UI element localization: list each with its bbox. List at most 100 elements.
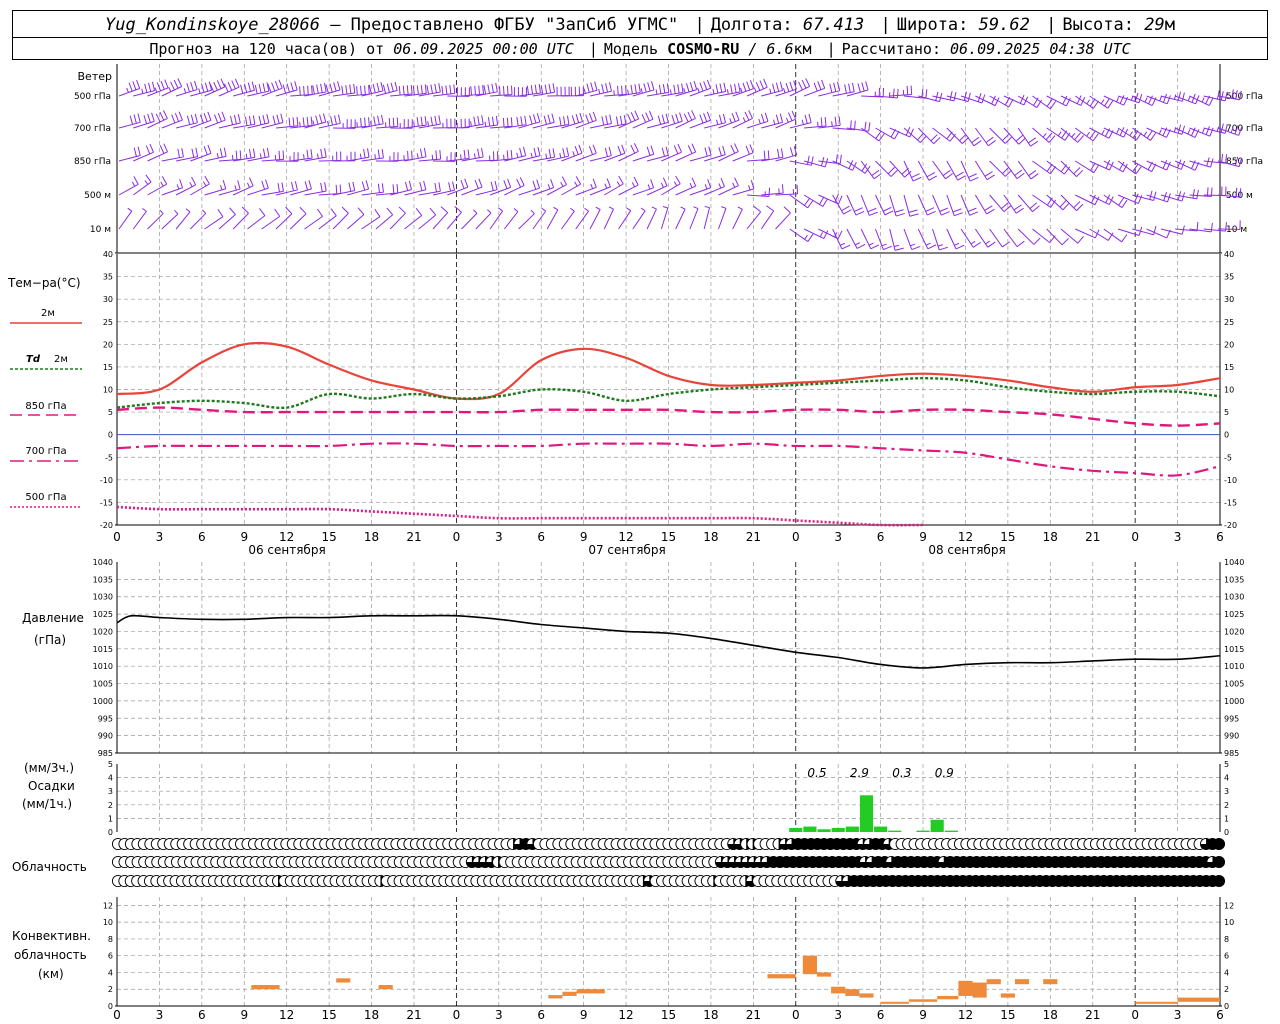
wind-barb-half [604,183,608,189]
wind-barb-flag [1059,200,1067,208]
wind-barb-flag [144,83,148,93]
wind-barb-half [1042,133,1047,138]
wind-barb-flag [133,114,137,124]
wind-barb-flag [1220,123,1224,133]
wind-barb-shaft [247,215,266,230]
wind-barb-shaft [589,155,612,162]
wind-barb-flag [363,148,366,159]
wind-barb-flag [641,113,647,123]
wind-barb [347,180,370,196]
temperature-panel [10,322,1221,527]
wind-barb-flag [733,143,739,152]
wind-barb-flag [1210,158,1214,168]
wind-barb-half [925,242,931,246]
wind-barb-half [185,208,191,213]
wind-barb-flag [237,114,241,124]
wind-barb [1117,127,1142,141]
wind-barb-flag [657,115,662,125]
wind-barb-half [769,88,772,94]
wind-barb-flag [434,83,437,93]
conv-hour-tick: 21 [406,1008,421,1022]
wind-barb-flag [1063,166,1071,175]
wind-barb-half [1116,129,1120,135]
wind-barb-flag [227,81,233,91]
conv-hour-tick: 3 [156,1008,164,1022]
wind-barb-flag [844,84,847,94]
wind-barb [960,127,982,147]
wind-barb-flag [1093,164,1100,173]
wind-barb-flag [927,210,936,216]
wind-barb-flag [895,212,905,217]
conv-label-1: Конвективн. [12,929,91,943]
wind-barb-flag [319,114,323,124]
wind-barb-flag [223,147,227,157]
wind-barb-flag [278,150,281,160]
conv-hour-tick: 9 [580,1008,588,1022]
wind-barb [475,209,492,230]
wind-barb-flag [190,81,194,91]
conv-hour-tick: 6 [537,1008,545,1022]
wind-barb-half [660,182,664,188]
wind-barb-shaft [132,181,152,196]
wind-barb-flag [324,82,327,93]
wind-barb-flag [278,79,283,89]
wind-barb-flag [252,115,256,125]
wind-barb-shaft [1032,127,1050,143]
wind-barb-flag [834,116,837,126]
wind-barb-flag [638,83,641,93]
pressure-ytick-left: 1000 [93,697,113,706]
wind-barb [789,228,814,242]
temp-ytick-right: 40 [1224,250,1234,259]
wind-barb-flag [1015,207,1024,214]
wind-barb-flag [908,209,918,213]
wind-barb-flag [683,113,689,123]
conv-bar [251,985,280,990]
wind-barb-flag [452,181,455,191]
wind-barb-shaft [118,154,141,162]
wind-barb-half [168,86,172,92]
wind-barb-flag [887,167,895,175]
wind-barb-shaft [761,121,783,129]
wind-barb-half [669,89,672,95]
wind-barb-flag [1153,191,1157,201]
wind-barb [889,126,914,138]
wind-barb-shaft [575,210,589,230]
wind-barb [175,176,197,196]
temp-hour-tick: 21 [746,530,761,544]
conv-ytick-left: 12 [103,901,113,910]
wind-barb-flag [955,244,965,250]
wind-barb-flag [984,205,993,211]
precip-ytick-left: 2 [108,801,113,810]
wind-barb-flag [219,148,223,158]
wind-barb-flag [1104,98,1110,107]
wind-barb-flag [608,146,612,156]
wind-barb-shaft [161,213,179,230]
wind-barb [917,194,936,216]
precip-ytick-left: 0 [108,828,113,837]
wind-barb-flag [145,145,151,155]
wind-barb-shaft [1060,228,1079,244]
wind-barb-shaft [418,214,437,230]
wind-barb-flag [310,116,313,126]
wind-barb-flag [187,115,191,125]
wind-barb-flag [159,111,165,121]
conv-bar [1043,979,1058,985]
conv-ytick-left: 8 [108,935,113,944]
temp-ytick-left: 25 [103,318,113,327]
wind-barb-flag [495,116,499,126]
wind-barb [775,206,791,230]
wind-barb-shaft [889,194,897,217]
wind-barb-flag [719,83,723,93]
temp-hour-tick: 18 [1043,530,1058,544]
wind-barb-half [954,242,960,246]
wind-barb [503,208,519,230]
wind-barb-flag [562,148,566,158]
pressure-ytick-right: 1025 [1224,610,1244,619]
wind-barb-flag [1045,132,1053,141]
wind-barb-flag [850,120,852,130]
wind-barb [875,160,898,177]
wind-barb-flag [491,116,495,126]
wind-barb-flag [939,207,949,212]
wind-barb-flag [606,178,611,188]
wind-barb-flag [630,112,636,121]
